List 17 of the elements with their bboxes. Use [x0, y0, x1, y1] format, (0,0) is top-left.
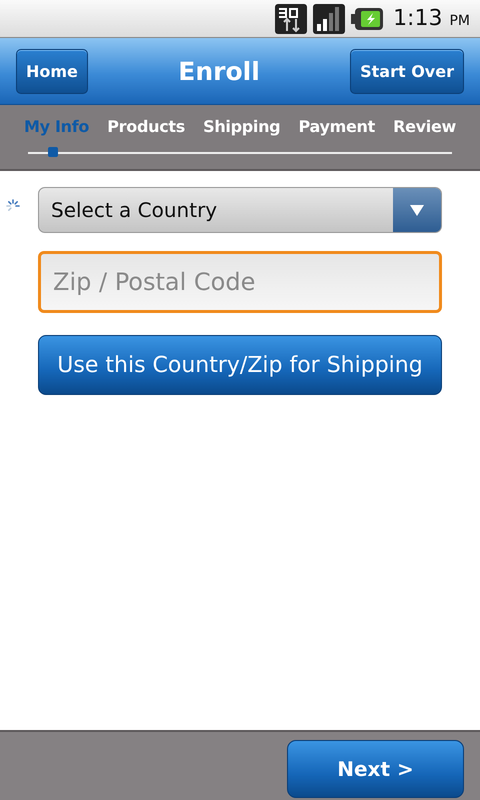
use-for-shipping-button[interactable]: Use this Country/Zip for Shipping — [38, 335, 442, 395]
country-dropdown[interactable]: Select a Country — [38, 187, 442, 233]
caret-icon — [408, 203, 426, 217]
page-title: Enroll — [178, 56, 260, 86]
loading-spinner-icon — [6, 199, 20, 213]
signal-icon — [313, 4, 346, 34]
step-tab[interactable]: Products — [107, 117, 185, 136]
battery-charging-icon — [351, 6, 384, 30]
step-tab[interactable]: Payment — [298, 117, 375, 136]
start-over-button[interactable]: Start Over — [350, 48, 464, 94]
zip-input-field[interactable]: Zip / Postal Code — [38, 251, 442, 313]
step-tab[interactable]: Review — [393, 117, 456, 136]
home-button[interactable]: Home — [16, 48, 88, 94]
network-3g-icon — [275, 4, 308, 34]
step-tab[interactable]: Shipping — [203, 117, 280, 136]
next-button[interactable]: Next > — [287, 740, 464, 798]
status-time: 1:13 PM — [393, 6, 470, 31]
